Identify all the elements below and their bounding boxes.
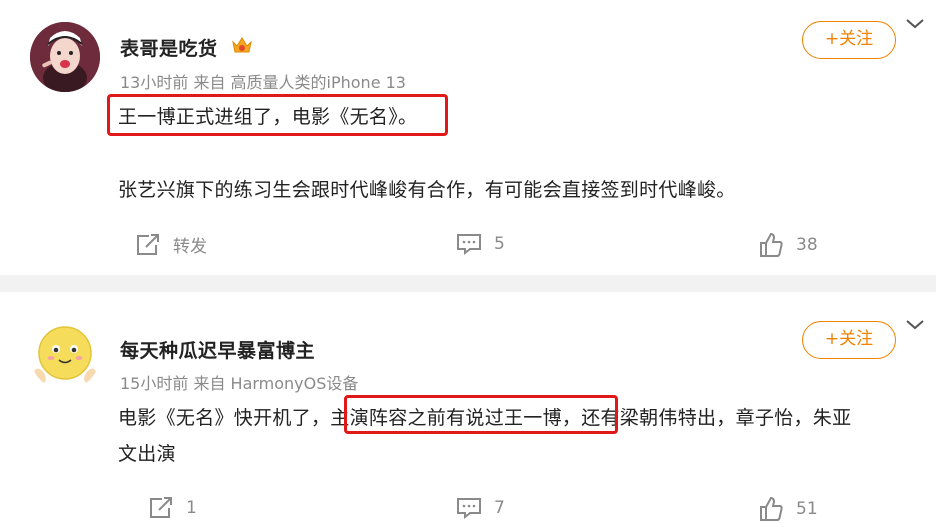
- repost-icon: [150, 497, 172, 518]
- username[interactable]: 表哥是吃货: [120, 34, 218, 61]
- comment-icon: [457, 498, 481, 520]
- comment-icon: [457, 234, 481, 256]
- follow-button[interactable]: +关注: [802, 21, 896, 59]
- post-meta: 15小时前 来自 HarmonyOS设备: [120, 374, 359, 393]
- repost-label: 转发: [173, 237, 207, 257]
- chevron-down-icon[interactable]: [904, 317, 926, 331]
- avatar[interactable]: [30, 320, 100, 390]
- follow-button[interactable]: +关注: [802, 321, 896, 359]
- post-divider: [0, 275, 936, 292]
- comment-count: 7: [494, 498, 505, 518]
- like-button[interactable]: 51: [758, 496, 818, 522]
- comment-button[interactable]: 5: [456, 232, 505, 256]
- post-text-line: 文出演: [118, 443, 176, 465]
- comment-button[interactable]: 7: [456, 496, 505, 520]
- like-button[interactable]: 38: [758, 232, 818, 258]
- like-count: 38: [796, 235, 818, 255]
- chevron-down-icon[interactable]: [904, 16, 926, 30]
- weibo-feed: 表哥是吃货 13小时前 来自 高质量人类的iPhone 13 +关注 王一博正式…: [0, 0, 936, 527]
- highlight-annotation: [107, 94, 448, 136]
- repost-button[interactable]: 1: [148, 496, 197, 520]
- repost-button[interactable]: 转发: [135, 232, 207, 257]
- post-card: 每天种瓜迟早暴富博主 15小时前 来自 HarmonyOS设备 +关注 电影《无…: [0, 292, 936, 527]
- avatar[interactable]: [30, 22, 100, 92]
- like-count: 51: [796, 499, 818, 519]
- post-text-line: 张艺兴旗下的练习生会跟时代峰峻有合作，有可能会直接签到时代峰峻。: [118, 179, 736, 201]
- repost-count: 1: [186, 498, 197, 518]
- thumbs-up-icon: [760, 232, 783, 257]
- repost-icon: [137, 233, 159, 255]
- comment-count: 5: [494, 234, 505, 254]
- highlight-annotation: [344, 395, 618, 434]
- post-card: 表哥是吃货 13小时前 来自 高质量人类的iPhone 13 +关注 王一博正式…: [0, 0, 936, 275]
- username[interactable]: 每天种瓜迟早暴富博主: [120, 336, 315, 363]
- vip-crown-icon: [231, 34, 253, 56]
- post-meta: 13小时前 来自 高质量人类的iPhone 13: [120, 73, 406, 92]
- thumbs-up-icon: [760, 496, 783, 521]
